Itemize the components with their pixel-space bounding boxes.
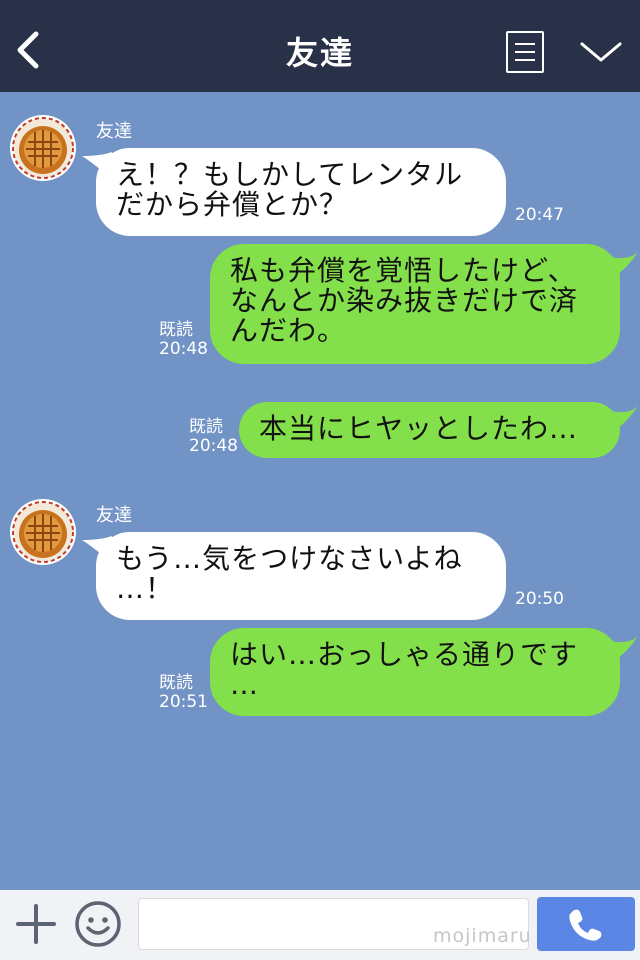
read-label: 既読 — [159, 320, 193, 340]
pie-avatar-icon — [11, 500, 75, 564]
message-time: 20:48 — [189, 436, 238, 456]
message-bubble-incoming[interactable]: え！？もしかしてレンタル だから弁償とか？ — [96, 148, 506, 236]
call-button[interactable] — [537, 897, 635, 951]
chevron-down-icon — [580, 42, 622, 62]
message-line: はい…おっしゃる通りです — [230, 638, 579, 671]
message-bubble-incoming[interactable]: もう…気をつけなさいよね …！ — [96, 532, 506, 620]
message-line: … — [230, 668, 259, 701]
chat-area[interactable]: 友達 え！？もしかしてレンタル だから弁償とか？ 20:47 既読 20:48 … — [0, 92, 640, 890]
sender-name: 友達 — [96, 121, 132, 142]
sender-name: 友達 — [96, 505, 132, 526]
notes-button[interactable] — [506, 31, 544, 73]
read-receipt: 既読 20:48 — [189, 418, 238, 456]
message-line: …！ — [116, 572, 175, 605]
read-label: 既読 — [189, 417, 223, 437]
add-button[interactable] — [14, 902, 58, 946]
chat-header: 友達 — [0, 0, 640, 92]
collapse-button[interactable] — [578, 36, 624, 66]
avatar[interactable] — [10, 499, 76, 565]
message-line: え！？もしかしてレンタル — [116, 158, 464, 191]
message-time: 20:48 — [159, 339, 208, 359]
message-time: 20:51 — [159, 692, 208, 712]
message-bubble-outgoing[interactable]: 本当にヒヤッとしたわ… — [239, 402, 620, 458]
message-time: 20:50 — [515, 589, 564, 609]
message-line: だから弁償とか？ — [116, 188, 349, 221]
message-line: 本当にヒヤッとしたわ… — [259, 412, 579, 445]
read-receipt: 既読 20:51 — [159, 674, 208, 712]
message-line: なんとか染み抜きだけで済 — [230, 284, 579, 317]
emoji-button[interactable] — [74, 900, 122, 948]
message-bubble-outgoing[interactable]: 私も弁償を覚悟したけど、 なんとか染み抜きだけで済 んだわ。 — [210, 244, 620, 364]
read-label: 既読 — [159, 673, 193, 693]
read-receipt: 既読 20:48 — [159, 321, 208, 359]
message-time: 20:47 — [515, 205, 564, 225]
pie-avatar-icon — [11, 116, 75, 180]
phone-icon — [569, 909, 602, 941]
message-bubble-outgoing[interactable]: はい…おっしゃる通りです … — [210, 628, 620, 716]
smiley-icon — [75, 901, 121, 947]
chat-title: 友達 — [285, 34, 354, 72]
avatar[interactable] — [10, 115, 76, 181]
message-line: もう…気をつけなさいよね — [116, 542, 463, 575]
plus-icon — [16, 904, 56, 944]
message-line: 私も弁償を覚悟したけど、 — [230, 254, 577, 287]
message-line: んだわ。 — [230, 314, 347, 347]
watermark: mojimaru — [433, 925, 532, 947]
